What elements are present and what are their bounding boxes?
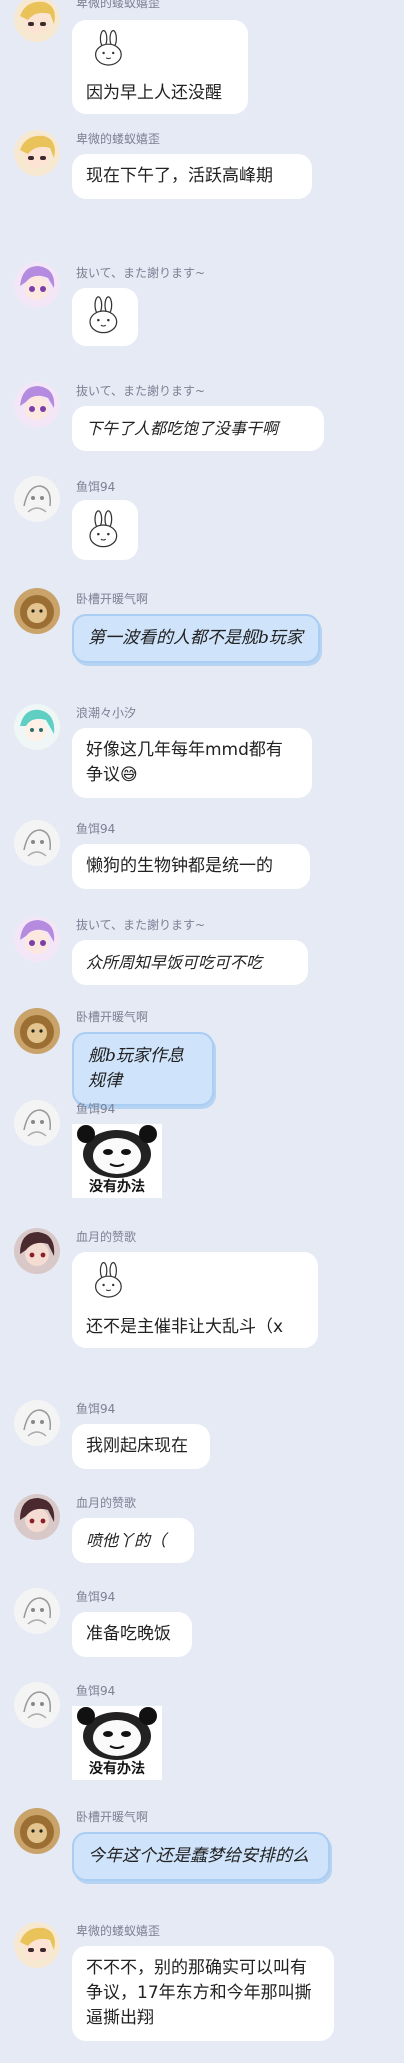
avatar[interactable] [14, 1588, 60, 1634]
sender-name: 鱼饵94 [76, 1102, 116, 1116]
dark-hair-avatar-icon [14, 1494, 60, 1540]
message-bubble[interactable]: 下午了人都吃饱了没事干啊 [72, 406, 324, 451]
sender-name: 鱼饵94 [76, 1590, 116, 1604]
avatar[interactable] [14, 1400, 60, 1446]
sender-name: 卧槽开暖气啊 [76, 1010, 149, 1024]
sender-name: 鱼饵94 [76, 822, 116, 836]
message-text: 因为早上人还没醒 [86, 83, 222, 103]
message-bubble[interactable]: 好像这几年每年mmd都有争议😅 [72, 728, 312, 798]
message-bubble[interactable]: 准备吃晚饭 [72, 1612, 192, 1657]
sender-name: 抜いて、また謝ります~ [76, 918, 206, 932]
panda-meme-sticker[interactable]: 没有办法 [72, 1706, 162, 1780]
message-bubble[interactable] [72, 500, 138, 560]
avatar[interactable] [14, 476, 60, 522]
dark-hair-avatar-icon [14, 1228, 60, 1274]
blonde-girl-avatar-icon [14, 0, 60, 42]
white-sketch-avatar-icon [14, 476, 60, 522]
avatar[interactable] [14, 1922, 60, 1968]
lion-avatar-icon [14, 1808, 60, 1854]
sender-name: 鱼饵94 [76, 1684, 116, 1698]
purple-hair-avatar-icon [14, 262, 60, 308]
avatar[interactable] [14, 1228, 60, 1274]
sender-name: 卑微的蝼蚁嬉歪 [76, 132, 161, 146]
sender-name: 浪潮々小汐 [76, 706, 137, 720]
avatar[interactable] [14, 1808, 60, 1854]
avatar[interactable] [14, 916, 60, 962]
white-sketch-avatar-icon [14, 820, 60, 866]
message-bubble[interactable]: 众所周知早饭可吃可不吃 [72, 940, 308, 985]
avatar[interactable] [14, 588, 60, 634]
sender-name: 卑微的蝼蚁嬉歪 [76, 1924, 161, 1938]
white-sketch-avatar-icon [14, 1588, 60, 1634]
panda-face-icon [77, 1707, 157, 1760]
message-bubble[interactable] [72, 288, 138, 346]
avatar[interactable] [14, 1494, 60, 1540]
avatar[interactable] [14, 704, 60, 750]
message-bubble[interactable]: 懒狗的生物钟都是统一的 [72, 844, 310, 889]
avatar[interactable] [14, 382, 60, 428]
sender-name: 卧槽开暖气啊 [76, 592, 149, 606]
message-bubble[interactable]: 第一波看的人都不是舰b玩家 [72, 614, 320, 663]
message-bubble[interactable]: 现在下午了，活跃高峰期 [72, 154, 312, 199]
blonde-girl-avatar-icon [14, 1922, 60, 1968]
message-bubble[interactable]: 因为早上人还没醒 [72, 20, 248, 114]
lion-avatar-icon [14, 588, 60, 634]
sender-name: 血月的赞歌 [76, 1496, 137, 1510]
avatar[interactable] [14, 1100, 60, 1146]
teal-hair-avatar-icon [14, 704, 60, 750]
sender-name: 血月的赞歌 [76, 1230, 137, 1244]
sticker-caption: 没有办法 [89, 1179, 145, 1195]
sticker-caption: 没有办法 [89, 1761, 145, 1777]
white-sketch-avatar-icon [14, 1400, 60, 1446]
blonde-girl-avatar-icon [14, 130, 60, 176]
message-bubble[interactable]: 不不不，别的那确实可以叫有争议，17年东方和今年那叫撕逼撕出翔 [72, 1946, 334, 2041]
bunny-sticker-icon [95, 1262, 122, 1298]
message-bubble[interactable]: 喷他丫的（ [72, 1518, 194, 1563]
bunny-sticker-icon [89, 296, 118, 334]
sender-name: 抜いて、また謝ります~ [76, 384, 206, 398]
message-text: 好像这几年每年mmd都有争议 [86, 740, 283, 785]
message-bubble[interactable]: 还不是主催非让大乱斗（x [72, 1252, 318, 1348]
white-sketch-avatar-icon [14, 1682, 60, 1728]
white-sketch-avatar-icon [14, 1100, 60, 1146]
message-bubble[interactable]: 今年这个还是蠢梦给安排的么 [72, 1832, 330, 1881]
avatar[interactable] [14, 262, 60, 308]
sender-name: 抜いて、また謝ります~ [76, 266, 206, 280]
avatar[interactable] [14, 0, 60, 42]
sender-name: 鱼饵94 [76, 1402, 116, 1416]
avatar[interactable] [14, 820, 60, 866]
sender-name: 卧槽开暖气啊 [76, 1810, 149, 1824]
purple-hair-avatar-icon [14, 382, 60, 428]
bunny-sticker-icon [89, 510, 118, 548]
bunny-sticker-icon [95, 30, 122, 66]
message-text: 还不是主催非让大乱斗（x [86, 1317, 284, 1337]
message-bubble[interactable]: 我刚起床现在 [72, 1424, 210, 1469]
purple-hair-avatar-icon [14, 916, 60, 962]
avatar[interactable] [14, 130, 60, 176]
panda-face-icon [77, 1125, 157, 1178]
panda-meme-sticker[interactable]: 没有办法 [72, 1124, 162, 1198]
message-bubble[interactable]: 舰b玩家作息规律 [72, 1032, 214, 1106]
avatar[interactable] [14, 1008, 60, 1054]
sender-name: 鱼饵94 [76, 480, 116, 494]
lion-avatar-icon [14, 1008, 60, 1054]
sweat-smile-emoji-icon: 😅 [120, 765, 138, 785]
sender-name: 卑微的蝼蚁嬉歪 [76, 0, 161, 10]
avatar[interactable] [14, 1682, 60, 1728]
